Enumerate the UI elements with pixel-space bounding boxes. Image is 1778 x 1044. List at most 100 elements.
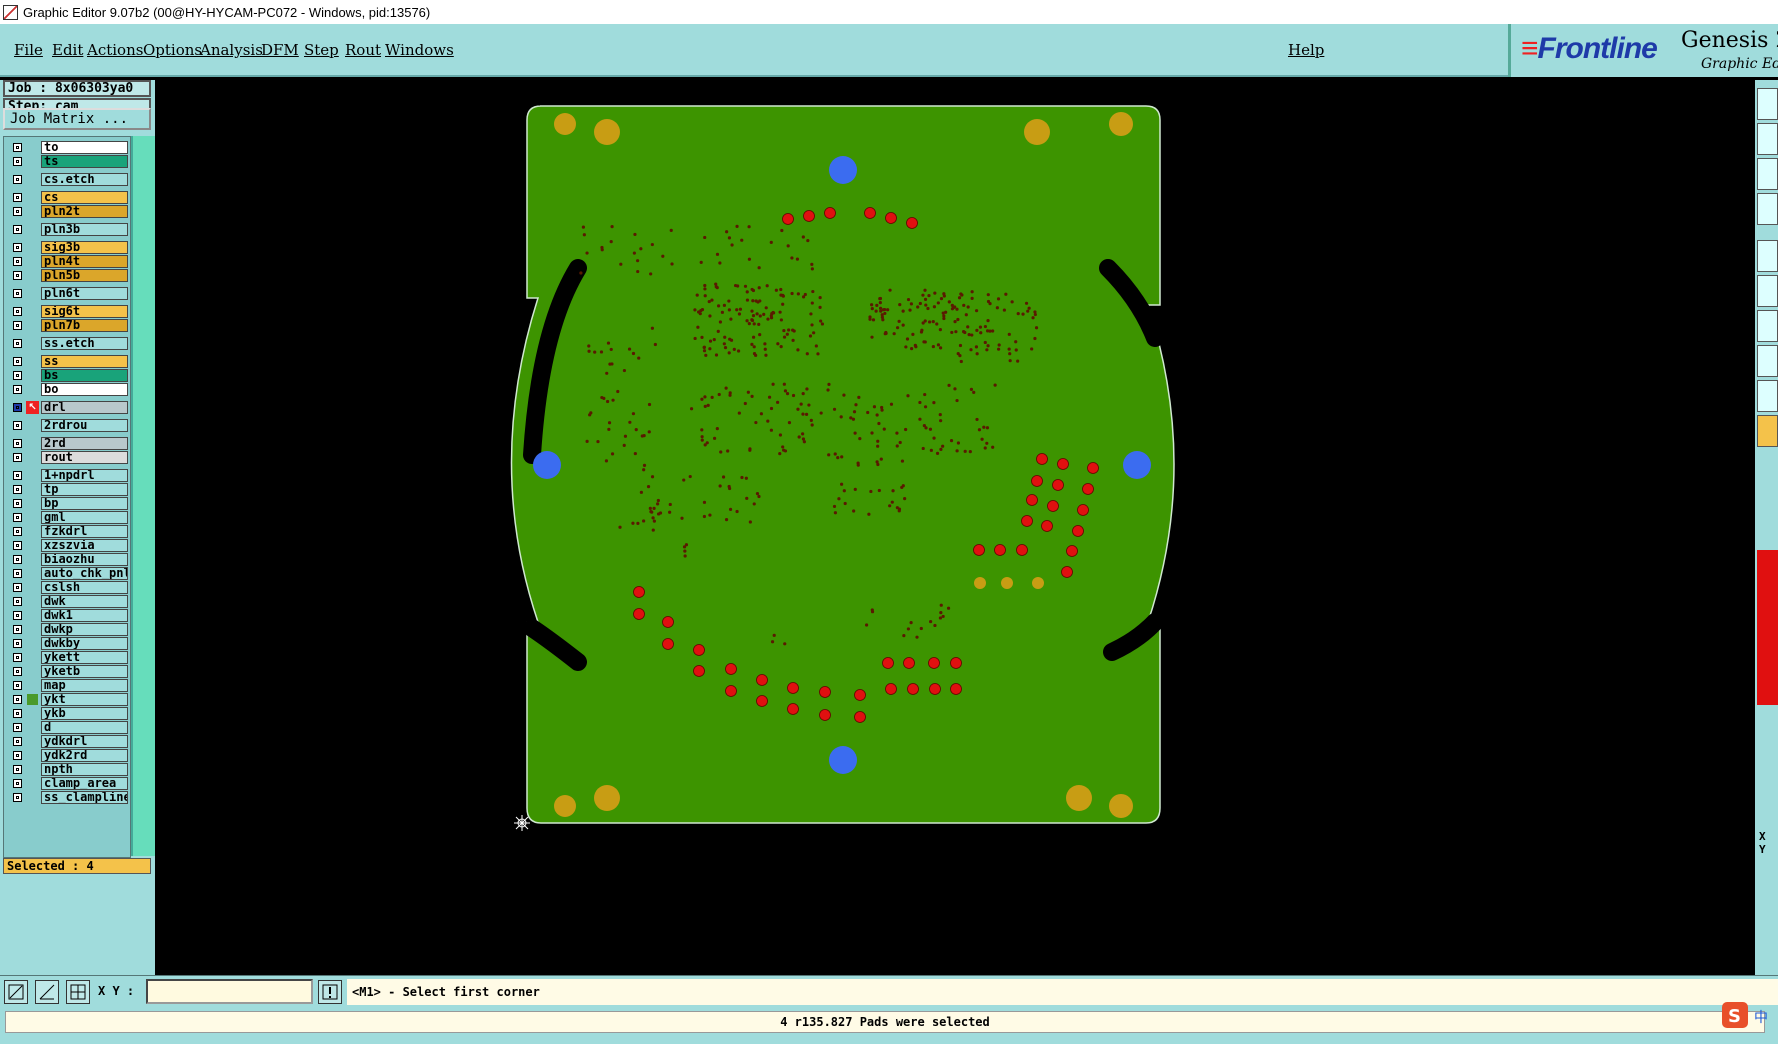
layer-checkbox[interactable] — [13, 371, 22, 380]
layer-row-drl[interactable]: ↖ drl — [7, 401, 129, 415]
layer-row-xzszvia[interactable]: xzszvia — [7, 539, 129, 553]
layer-checkbox[interactable] — [13, 485, 22, 494]
layer-checkbox[interactable] — [13, 257, 22, 266]
tool-button-6[interactable] — [1757, 275, 1778, 307]
layer-checkbox[interactable] — [13, 625, 22, 634]
layer-row-cs.etch[interactable]: cs.etch — [7, 173, 129, 187]
menu-actions[interactable]: Actions — [87, 41, 143, 59]
menu-file[interactable]: File — [14, 41, 43, 59]
layer-row-map[interactable]: map — [7, 679, 129, 693]
layer-row-ss.etch[interactable]: ss.etch — [7, 337, 129, 351]
menu-rout[interactable]: Rout — [345, 41, 381, 59]
tool-button-7[interactable] — [1757, 310, 1778, 342]
layer-row-2rd[interactable]: 2rd — [7, 437, 129, 451]
layer-checkbox[interactable] — [13, 569, 22, 578]
layer-checkbox[interactable] — [13, 439, 22, 448]
layer-checkbox[interactable] — [13, 157, 22, 166]
layer-checkbox[interactable] — [13, 737, 22, 746]
tool-button-10[interactable] — [1757, 415, 1778, 447]
layer-row-ykb[interactable]: ykb — [7, 707, 129, 721]
layer-row-clamp_area[interactable]: clamp_area — [7, 777, 129, 791]
layer-checkbox[interactable] — [13, 403, 22, 412]
menu-options[interactable]: Options — [143, 41, 202, 59]
layer-row-ykt[interactable]: ykt — [7, 693, 129, 707]
layer-row-ss_clampline[interactable]: ss_clampline — [7, 791, 129, 805]
layer-row-pln5b[interactable]: pln5b — [7, 269, 129, 283]
layer-row-gml[interactable]: gml — [7, 511, 129, 525]
layer-row-auto_chk_pnl[interactable]: auto_chk_pnl — [7, 567, 129, 581]
layer-checkbox[interactable] — [13, 321, 22, 330]
layer-list-scrollbar[interactable] — [131, 136, 155, 856]
menu-step[interactable]: Step — [304, 41, 339, 59]
layer-checkbox[interactable] — [13, 667, 22, 676]
layer-row-ss[interactable]: ss — [7, 355, 129, 369]
layer-checkbox[interactable] — [13, 175, 22, 184]
tool-button-1[interactable] — [1757, 88, 1778, 120]
layer-row-pln3b[interactable]: pln3b — [7, 223, 129, 237]
menu-edit[interactable]: Edit — [52, 41, 83, 59]
layer-checkbox[interactable] — [13, 555, 22, 564]
layer-row-cslsh[interactable]: cslsh — [7, 581, 129, 595]
tool-button-8[interactable] — [1757, 345, 1778, 377]
layer-checkbox[interactable] — [13, 653, 22, 662]
layer-row-fzkdrl[interactable]: fzkdrl — [7, 525, 129, 539]
layer-row-dwk1[interactable]: dwk1 — [7, 609, 129, 623]
layer-checkbox[interactable] — [13, 597, 22, 606]
layer-row-cs[interactable]: cs — [7, 191, 129, 205]
layer-row-biaozhu[interactable]: biaozhu — [7, 553, 129, 567]
tool-button-9[interactable] — [1757, 380, 1778, 412]
layer-checkbox[interactable] — [13, 289, 22, 298]
layer-row-ts[interactable]: ts — [7, 155, 129, 169]
layer-checkbox[interactable] — [13, 271, 22, 280]
layer-checkbox[interactable] — [13, 357, 22, 366]
layer-checkbox[interactable] — [13, 143, 22, 152]
layer-checkbox[interactable] — [13, 421, 22, 430]
layer-checkbox[interactable] — [13, 583, 22, 592]
tool-button-4[interactable] — [1757, 193, 1778, 225]
layer-row-dwkby[interactable]: dwkby — [7, 637, 129, 651]
layer-checkbox[interactable] — [13, 225, 22, 234]
layer-row-bs[interactable]: bs — [7, 369, 129, 383]
layer-checkbox[interactable] — [13, 611, 22, 620]
xy-input[interactable] — [146, 979, 313, 1004]
layer-row-pln7b[interactable]: pln7b — [7, 319, 129, 333]
layer-row-2rdrou[interactable]: 2rdrou — [7, 419, 129, 433]
layer-row-d[interactable]: d — [7, 721, 129, 735]
layer-row-sig3b[interactable]: sig3b — [7, 241, 129, 255]
layer-checkbox[interactable] — [13, 193, 22, 202]
layer-row-dwkp[interactable]: dwkp — [7, 623, 129, 637]
layer-row-dwk[interactable]: dwk — [7, 595, 129, 609]
layer-row-ykett[interactable]: ykett — [7, 651, 129, 665]
layer-row-bo[interactable]: bo — [7, 383, 129, 397]
layer-checkbox[interactable] — [13, 793, 22, 802]
layer-checkbox[interactable] — [13, 207, 22, 216]
layer-checkbox[interactable] — [13, 765, 22, 774]
layer-checkbox[interactable] — [13, 513, 22, 522]
layer-row-bp[interactable]: bp — [7, 497, 129, 511]
layer-checkbox[interactable] — [13, 453, 22, 462]
layer-row-to[interactable]: to — [7, 141, 129, 155]
layer-row-yketb[interactable]: yketb — [7, 665, 129, 679]
layer-row-ydkdrl[interactable]: ydkdrl — [7, 735, 129, 749]
layer-checkbox[interactable] — [13, 779, 22, 788]
layer-checkbox[interactable] — [13, 541, 22, 550]
layer-checkbox[interactable] — [13, 723, 22, 732]
layer-row-1+npdrl[interactable]: 1+npdrl — [7, 469, 129, 483]
layer-row-ydk2rd[interactable]: ydk2rd — [7, 749, 129, 763]
menu-help[interactable]: Help — [1288, 41, 1324, 59]
menu-dfm[interactable]: DFM — [261, 41, 299, 59]
layer-checkbox[interactable] — [13, 339, 22, 348]
layer-row-rout[interactable]: rout — [7, 451, 129, 465]
graphic-canvas[interactable] — [155, 80, 1755, 975]
layer-row-sig6t[interactable]: sig6t — [7, 305, 129, 319]
layer-checkbox[interactable] — [13, 385, 22, 394]
layer-checkbox[interactable] — [13, 681, 22, 690]
layer-checkbox[interactable] — [13, 751, 22, 760]
layer-checkbox[interactable] — [13, 243, 22, 252]
layer-checkbox[interactable] — [13, 639, 22, 648]
layer-row-pln6t[interactable]: pln6t — [7, 287, 129, 301]
layer-checkbox[interactable] — [13, 471, 22, 480]
layer-row-tp[interactable]: tp — [7, 483, 129, 497]
ime-indicator[interactable]: S 中 — [1720, 1000, 1775, 1032]
snap-button[interactable] — [4, 980, 28, 1004]
